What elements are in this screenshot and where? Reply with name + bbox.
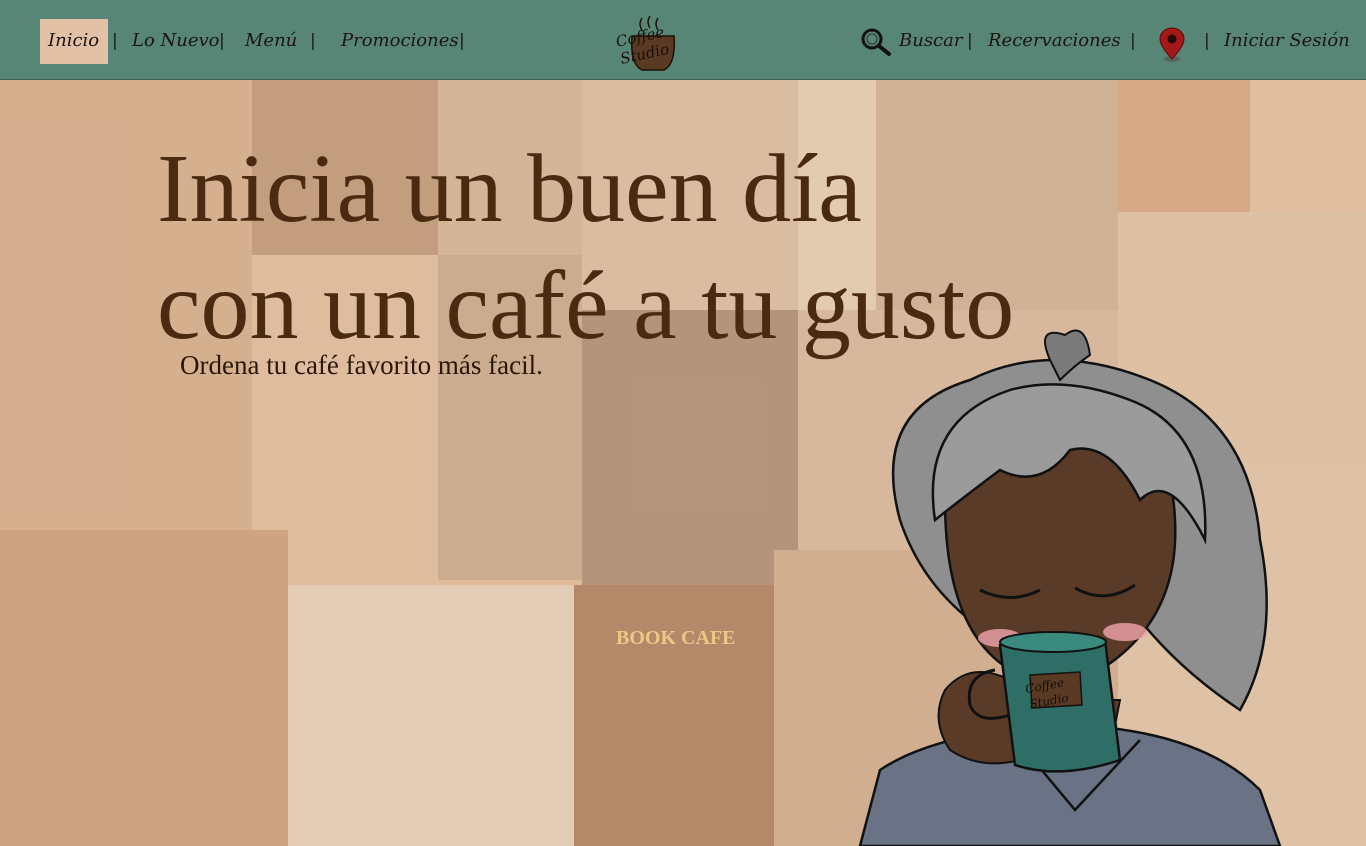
nav-separator: |: [219, 31, 225, 51]
location-pin-icon[interactable]: [1157, 26, 1187, 64]
nav-recervaciones[interactable]: Recervaciones: [988, 30, 1121, 51]
nav-lo-nuevo[interactable]: Lo Nuevo: [132, 30, 220, 51]
search-icon[interactable]: [860, 27, 892, 57]
hero-title-line-1: Inicia un buen día: [157, 135, 862, 243]
coffee-studio-logo[interactable]: Coffee Studio: [612, 8, 686, 74]
nav-menu[interactable]: Menú: [245, 30, 297, 51]
nav-separator: |: [310, 31, 316, 51]
nav-iniciar-sesion[interactable]: Iniciar Sesión: [1224, 30, 1350, 51]
nav-separator: |: [112, 31, 118, 51]
nav-separator: |: [1204, 31, 1210, 51]
nav-separator: |: [1130, 31, 1136, 51]
character-drinking-coffee-illustration: Coffee Studio: [858, 329, 1282, 846]
nav-promociones[interactable]: Promociones: [341, 30, 459, 51]
nav-separator: |: [967, 31, 973, 51]
nav-separator: |: [459, 31, 465, 51]
hero-subtitle: Ordena tu café favorito más facil.: [180, 350, 543, 380]
nav-inicio[interactable]: Inicio: [48, 30, 99, 51]
top-navigation-bar: Inicio | Lo Nuevo | Menú | Promociones |…: [0, 0, 1366, 80]
nav-buscar[interactable]: Buscar: [899, 30, 962, 51]
